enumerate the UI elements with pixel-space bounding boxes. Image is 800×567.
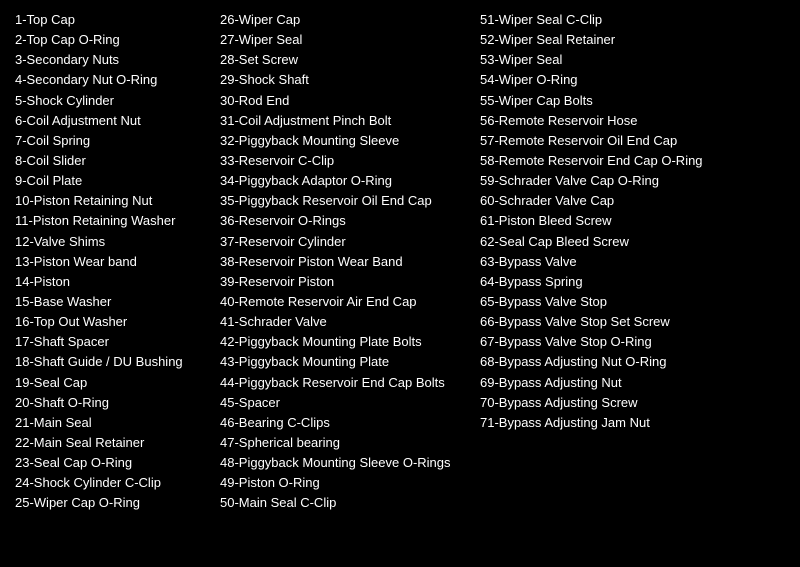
list-item: 24-Shock Cylinder C-Clip xyxy=(15,473,210,493)
list-item: 70-Bypass Adjusting Screw xyxy=(480,393,710,413)
column-2: 26-Wiper Cap27-Wiper Seal28-Set Screw29-… xyxy=(220,10,480,557)
list-item: 38-Reservoir Piston Wear Band xyxy=(220,252,470,272)
list-item: 2-Top Cap O-Ring xyxy=(15,30,210,50)
list-item: 41-Schrader Valve xyxy=(220,312,470,332)
list-item: 64-Bypass Spring xyxy=(480,272,710,292)
list-item: 33-Reservoir C-Clip xyxy=(220,151,470,171)
list-item: 29-Shock Shaft xyxy=(220,70,470,90)
list-item: 8-Coil Slider xyxy=(15,151,210,171)
list-item: 11-Piston Retaining Washer xyxy=(15,211,210,231)
list-item: 3-Secondary Nuts xyxy=(15,50,210,70)
list-item: 23-Seal Cap O-Ring xyxy=(15,453,210,473)
list-item: 7-Coil Spring xyxy=(15,131,210,151)
list-item: 20-Shaft O-Ring xyxy=(15,393,210,413)
list-item: 37-Reservoir Cylinder xyxy=(220,232,470,252)
list-item: 55-Wiper Cap Bolts xyxy=(480,91,710,111)
list-item: 1-Top Cap xyxy=(15,10,210,30)
list-item: 28-Set Screw xyxy=(220,50,470,70)
list-item: 4-Secondary Nut O-Ring xyxy=(15,70,210,90)
list-item: 6-Coil Adjustment Nut xyxy=(15,111,210,131)
list-item: 65-Bypass Valve Stop xyxy=(480,292,710,312)
column-1: 1-Top Cap2-Top Cap O-Ring3-Secondary Nut… xyxy=(15,10,220,557)
list-item: 22-Main Seal Retainer xyxy=(15,433,210,453)
list-item: 12-Valve Shims xyxy=(15,232,210,252)
list-item: 68-Bypass Adjusting Nut O-Ring xyxy=(480,352,710,372)
list-item: 19-Seal Cap xyxy=(15,373,210,393)
list-item: 67-Bypass Valve Stop O-Ring xyxy=(480,332,710,352)
list-item: 16-Top Out Washer xyxy=(15,312,210,332)
list-item: 31-Coil Adjustment Pinch Bolt xyxy=(220,111,470,131)
list-item: 57-Remote Reservoir Oil End Cap xyxy=(480,131,710,151)
list-item: 15-Base Washer xyxy=(15,292,210,312)
list-item: 47-Spherical bearing xyxy=(220,433,470,453)
list-item: 50-Main Seal C-Clip xyxy=(220,493,470,513)
list-item: 56-Remote Reservoir Hose xyxy=(480,111,710,131)
list-item: 26-Wiper Cap xyxy=(220,10,470,30)
parts-list-container: 1-Top Cap2-Top Cap O-Ring3-Secondary Nut… xyxy=(15,10,785,557)
list-item: 63-Bypass Valve xyxy=(480,252,710,272)
list-item: 21-Main Seal xyxy=(15,413,210,433)
list-item: 17-Shaft Spacer xyxy=(15,332,210,352)
list-item: 9-Coil Plate xyxy=(15,171,210,191)
list-item: 44-Piggyback Reservoir End Cap Bolts xyxy=(220,373,470,393)
list-item: 14-Piston xyxy=(15,272,210,292)
list-item: 32-Piggyback Mounting Sleeve xyxy=(220,131,470,151)
list-item: 39-Reservoir Piston xyxy=(220,272,470,292)
list-item: 5-Shock Cylinder xyxy=(15,91,210,111)
list-item: 46-Bearing C-Clips xyxy=(220,413,470,433)
list-item: 58-Remote Reservoir End Cap O-Ring xyxy=(480,151,710,171)
list-item: 27-Wiper Seal xyxy=(220,30,470,50)
list-item: 71-Bypass Adjusting Jam Nut xyxy=(480,413,710,433)
list-item: 53-Wiper Seal xyxy=(480,50,710,70)
list-item: 42-Piggyback Mounting Plate Bolts xyxy=(220,332,470,352)
list-item: 59-Schrader Valve Cap O-Ring xyxy=(480,171,710,191)
list-item: 48-Piggyback Mounting Sleeve O-Rings xyxy=(220,453,470,473)
column-3: 51-Wiper Seal C-Clip52-Wiper Seal Retain… xyxy=(480,10,720,557)
list-item: 18-Shaft Guide / DU Bushing xyxy=(15,352,210,372)
list-item: 69-Bypass Adjusting Nut xyxy=(480,373,710,393)
list-item: 40-Remote Reservoir Air End Cap xyxy=(220,292,470,312)
list-item: 51-Wiper Seal C-Clip xyxy=(480,10,710,30)
list-item: 36-Reservoir O-Rings xyxy=(220,211,470,231)
list-item: 10-Piston Retaining Nut xyxy=(15,191,210,211)
list-item: 66-Bypass Valve Stop Set Screw xyxy=(480,312,710,332)
list-item: 52-Wiper Seal Retainer xyxy=(480,30,710,50)
list-item: 43-Piggyback Mounting Plate xyxy=(220,352,470,372)
list-item: 25-Wiper Cap O-Ring xyxy=(15,493,210,513)
list-item: 13-Piston Wear band xyxy=(15,252,210,272)
list-item: 34-Piggyback Adaptor O-Ring xyxy=(220,171,470,191)
list-item: 45-Spacer xyxy=(220,393,470,413)
list-item: 35-Piggyback Reservoir Oil End Cap xyxy=(220,191,470,211)
list-item: 54-Wiper O-Ring xyxy=(480,70,710,90)
list-item: 60-Schrader Valve Cap xyxy=(480,191,710,211)
list-item: 30-Rod End xyxy=(220,91,470,111)
list-item: 61-Piston Bleed Screw xyxy=(480,211,710,231)
list-item: 62-Seal Cap Bleed Screw xyxy=(480,232,710,252)
list-item: 49-Piston O-Ring xyxy=(220,473,470,493)
